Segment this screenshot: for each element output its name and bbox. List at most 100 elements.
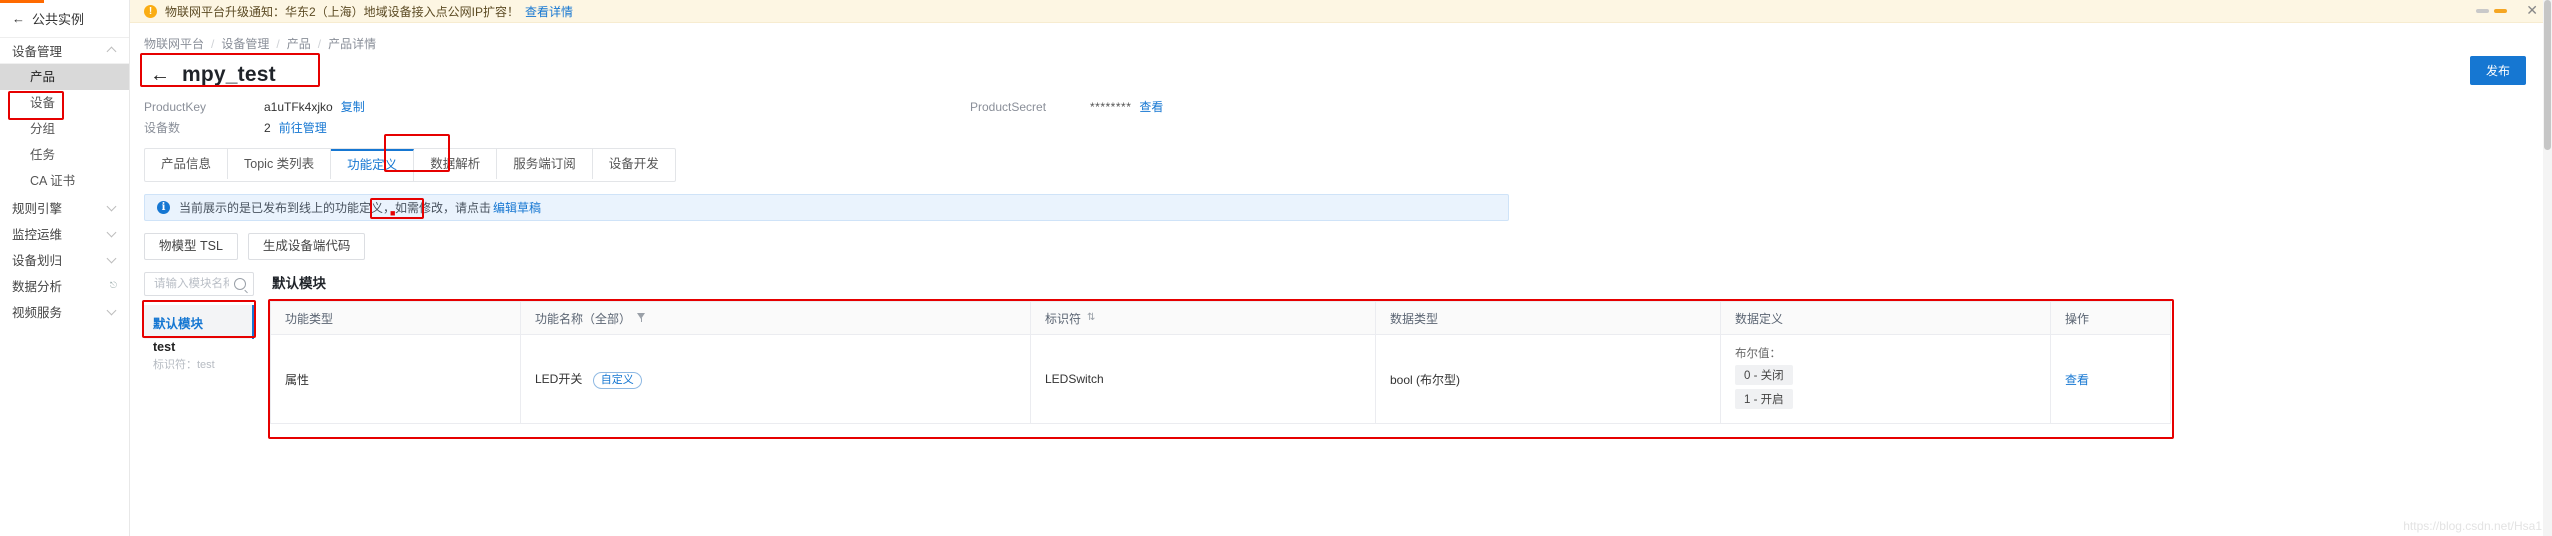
cell-data-type: bool (布尔型) <box>1375 334 1721 424</box>
breadcrumb-item-products[interactable]: 产品 <box>287 35 311 52</box>
module-name: 默认模块 <box>153 316 204 331</box>
chevron-down-icon <box>108 255 117 264</box>
notification-bar: ! 物联网平台升级通知：华东2（上海）地域设备接入点公网IP扩容！ 查看详情 ✕ <box>130 0 2552 23</box>
sidebar-instance-label: 公共实例 <box>32 12 85 27</box>
device-count-label: 设备数 <box>144 121 181 135</box>
device-count-value: 2 <box>264 120 271 135</box>
edit-draft-link[interactable]: 编辑草稿 <box>493 199 541 216</box>
carousel-dot-1[interactable] <box>2476 9 2490 13</box>
notification-detail-link[interactable]: 查看详情 <box>525 3 573 20</box>
arrow-left-icon: ← <box>12 11 25 26</box>
annotation-cursor-mark: ■ <box>390 208 396 218</box>
sidebar-item-label: CA 证书 <box>30 174 76 188</box>
product-key-row: ProductKey a1uTFk4xjko 复制 <box>144 96 2552 117</box>
sidebar-item-tasks[interactable]: 任务 <box>0 142 129 168</box>
carousel-dot-2[interactable] <box>2494 9 2508 13</box>
view-product-secret-link[interactable]: 查看 <box>1139 98 1163 115</box>
sidebar-group-label: 监控运维 <box>12 227 63 242</box>
column-label: 功能类型 <box>285 311 334 326</box>
sidebar-group-video-service[interactable]: 视频服务 <box>0 298 129 324</box>
table-row: 属性 LED开关 自定义 LEDSwitch bool (布尔型) 布尔值： 0… <box>270 334 2171 424</box>
scrollbar-thumb[interactable] <box>2544 0 2551 150</box>
sidebar-item-ca-certificate[interactable]: CA 证书 <box>0 168 129 194</box>
sidebar-group-monitoring[interactable]: 监控运维 <box>0 220 129 246</box>
sidebar-item-label: 分组 <box>30 122 56 136</box>
generate-device-code-button[interactable]: 生成设备端代码 <box>247 233 366 260</box>
sidebar-group-data-analysis[interactable]: 数据分析 ⎋ <box>0 272 129 298</box>
cell-function-type: 属性 <box>270 334 521 424</box>
sidebar-group-label: 数据分析 <box>12 279 63 294</box>
table-header-row: 功能类型 功能名称（全部） 标识符 ⇅ 数据类型 数据定义 操作 <box>270 301 2171 335</box>
view-link[interactable]: 查看 <box>2065 373 2089 387</box>
column-label: 操作 <box>2065 311 2090 326</box>
sidebar-item-devices[interactable]: 设备 <box>0 90 129 116</box>
sidebar-group-label: 设备划归 <box>12 253 63 268</box>
page-title: mpy_test <box>182 63 276 86</box>
breadcrumb-separator: / <box>317 36 322 51</box>
tab-bar: 产品信息 Topic 类列表 功能定义 数据解析 服务端订阅 设备开发 <box>144 148 676 182</box>
module-item-default[interactable]: 默认模块 <box>144 305 254 339</box>
column-label: 标识符 <box>1045 311 1082 326</box>
go-to-management-link[interactable]: 前往管理 <box>279 119 327 136</box>
breadcrumb-item-device-management[interactable]: 设备管理 <box>221 35 269 52</box>
product-secret-label: ProductSecret <box>970 99 1047 114</box>
page-title-group: ← mpy_test <box>144 58 286 92</box>
tab-data-parsing[interactable]: 数据解析 <box>414 149 498 179</box>
module-list: 默认模块 test 标识符：test <box>144 305 254 373</box>
tab-server-subscription[interactable]: 服务端订阅 <box>497 149 593 179</box>
definition-value: 1 - 开启 <box>1735 389 1793 409</box>
filter-icon[interactable] <box>637 313 646 323</box>
cell-function-name: LED开关 自定义 <box>520 334 1031 424</box>
tab-topic-list[interactable]: Topic 类列表 <box>228 149 332 179</box>
sidebar-group-label: 视频服务 <box>12 305 63 320</box>
chevron-down-icon <box>108 307 117 316</box>
module-panel: 默认模块 test 标识符：test <box>142 272 256 424</box>
sidebar-item-products[interactable]: 产品 <box>0 64 129 90</box>
main-area: ! 物联网平台升级通知：华东2（上海）地域设备接入点公网IP扩容！ 查看详情 ✕… <box>130 0 2552 536</box>
arrow-left-icon[interactable]: ← <box>150 65 170 85</box>
sidebar-group-device-management[interactable]: 设备管理 <box>0 38 129 64</box>
sidebar-item-groups[interactable]: 分组 <box>0 116 129 142</box>
column-header-data-type: 数据类型 <box>1375 301 1721 335</box>
module-item-test[interactable]: test 标识符：test <box>144 339 254 373</box>
product-secret-value: ******** <box>1090 99 1132 114</box>
sidebar-group-label: 设备管理 <box>12 45 63 59</box>
column-label: 数据类型 <box>1390 311 1439 326</box>
copy-product-key-link[interactable]: 复制 <box>341 98 365 115</box>
sidebar-group-rule-engine[interactable]: 规则引擎 <box>0 194 129 220</box>
column-header-function-name[interactable]: 功能名称（全部） <box>520 301 1031 335</box>
search-icon <box>234 278 246 290</box>
breadcrumb-item-product-detail: 产品详情 <box>328 37 377 51</box>
warning-circle-icon: ! <box>144 4 157 18</box>
module-search[interactable] <box>144 272 254 296</box>
tab-product-info[interactable]: 产品信息 <box>145 149 229 179</box>
product-secret-row: ProductSecret ******** 查看 <box>970 96 1163 117</box>
close-icon[interactable]: ✕ <box>2526 4 2538 18</box>
sort-icon[interactable]: ⇅ <box>1087 313 1095 323</box>
tab-function-definition[interactable]: 功能定义 <box>331 149 415 181</box>
column-label: 数据定义 <box>1735 311 1784 326</box>
app-root: ← 公共实例 设备管理 产品 设备 分组 任务 CA 证书 规则引擎 监控运维 <box>0 0 2552 536</box>
page-content: 物联网平台 / 设备管理 / 产品 / 产品详情 ← mpy_test 发布 P… <box>130 23 2552 439</box>
column-header-identifier[interactable]: 标识符 ⇅ <box>1030 301 1376 335</box>
sidebar-group-label: 规则引擎 <box>12 201 63 216</box>
info-circle-icon: i <box>157 201 170 214</box>
module-and-table: 默认模块 test 标识符：test 默认模块 <box>142 272 2552 439</box>
chevron-up-icon <box>108 46 117 55</box>
publish-button[interactable]: 发布 <box>2469 56 2526 85</box>
sidebar-group-device-transfer[interactable]: 设备划归 <box>0 246 129 272</box>
product-key-label: ProductKey <box>144 99 207 114</box>
search-input[interactable] <box>152 277 231 291</box>
alert-text: 当前展示的是已发布到线上的功能定义，如需修改，请点击 <box>179 201 492 215</box>
table-title: 默认模块 <box>272 276 326 291</box>
vertical-scrollbar[interactable] <box>2543 0 2552 536</box>
module-identifier: 标识符：test <box>153 359 215 371</box>
chevron-down-icon <box>108 229 117 238</box>
cell-operation: 查看 <box>2050 334 2171 424</box>
sidebar-instance-back[interactable]: ← 公共实例 <box>0 0 129 38</box>
breadcrumb-separator: / <box>276 36 280 51</box>
breadcrumb-item-platform[interactable]: 物联网平台 <box>144 35 204 52</box>
tab-device-development[interactable]: 设备开发 <box>593 149 675 179</box>
tsl-model-button[interactable]: 物模型 TSL <box>144 233 238 260</box>
product-meta: ProductKey a1uTFk4xjko 复制 设备数 2 前往管理 Pro… <box>130 92 2552 138</box>
